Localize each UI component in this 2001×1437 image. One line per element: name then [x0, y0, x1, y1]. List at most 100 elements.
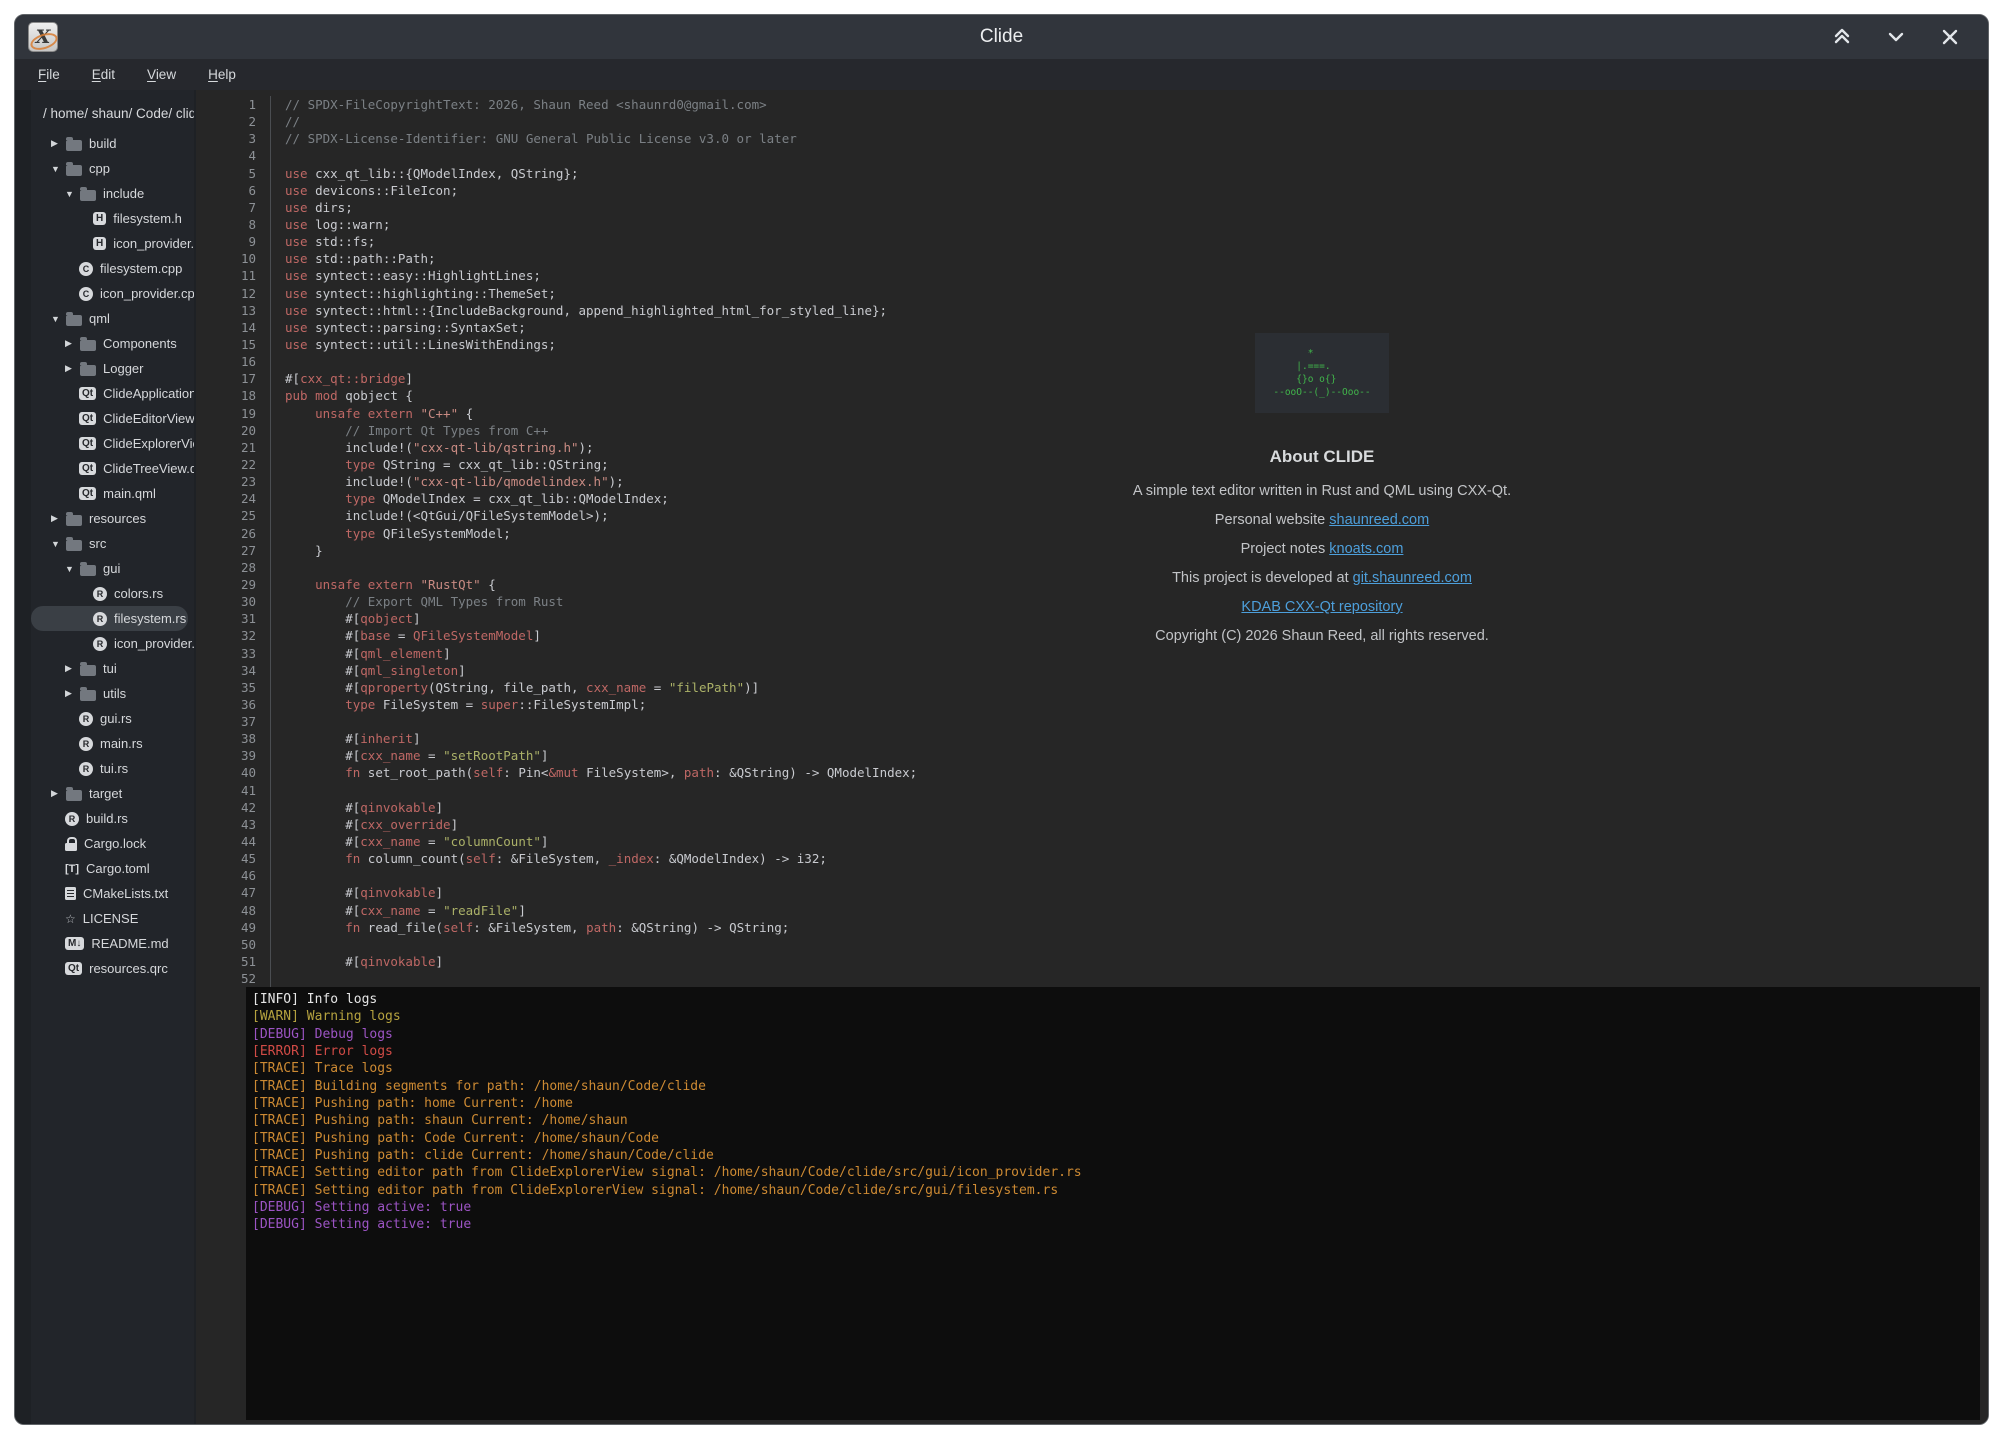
code-line[interactable]: 11use syntect::easy::HighlightLines; — [196, 267, 1988, 284]
folder-icon — [66, 165, 82, 176]
about-link[interactable]: git.shaunreed.com — [1353, 570, 1472, 586]
tree-item-filesystem-cpp[interactable]: Cfilesystem.cpp — [31, 256, 194, 281]
tree-item-clideapplicationview-qml[interactable]: Qt ClideApplicationView.qml — [31, 381, 194, 406]
about-paragraphs: A simple text editor written in Rust and… — [972, 483, 1672, 644]
log-line-trace: [TRACE] Pushing path: home Current: /hom… — [252, 1095, 1980, 1112]
code-line[interactable]: 6use devicons::FileIcon; — [196, 182, 1988, 199]
code-line[interactable]: 12use syntect::highlighting::ThemeSet; — [196, 285, 1988, 302]
code-line[interactable]: 4 — [196, 147, 1988, 164]
qt-file-icon: Qt — [65, 962, 82, 975]
tree-item-cpp[interactable]: ▼cpp — [31, 156, 194, 181]
code-line[interactable]: 40 fn set_root_path(self: Pin<&mut FileS… — [196, 764, 1988, 781]
code-line[interactable]: 47 #[qinvokable] — [196, 884, 1988, 901]
code-line[interactable]: 48 #[cxx_name = "readFile"] — [196, 902, 1988, 919]
code-line[interactable]: 1// SPDX-FileCopyrightText: 2026, Shaun … — [196, 96, 1988, 113]
code-line-text: pub mod qobject { — [271, 387, 413, 404]
tree-item-filesystem-rs[interactable]: Rfilesystem.rs — [31, 606, 188, 631]
menu-file[interactable]: File — [29, 64, 69, 85]
code-line[interactable]: 42 #[qinvokable] — [196, 799, 1988, 816]
code-line[interactable]: 9use std::fs; — [196, 233, 1988, 250]
menu-view[interactable]: View — [138, 64, 185, 85]
menu-edit[interactable]: Edit — [83, 64, 124, 85]
tree-item-utils[interactable]: ▶utils — [31, 681, 194, 706]
tree-item-icon-provider-cpp[interactable]: Cicon_provider.cpp — [31, 281, 194, 306]
tree-item-icon-provider-h[interactable]: Hicon_provider.h — [31, 231, 194, 256]
double-chevron-up-icon — [1831, 26, 1853, 48]
shade-button[interactable] — [1830, 25, 1854, 49]
about-link[interactable]: shaunreed.com — [1329, 512, 1429, 528]
tree-item-gui-rs[interactable]: Rgui.rs — [31, 706, 194, 731]
code-line[interactable]: 8use log::warn; — [196, 216, 1988, 233]
code-line[interactable]: 45 fn column_count(self: &FileSystem, _i… — [196, 850, 1988, 867]
tree-item-clidetreeview-qml[interactable]: QtClideTreeView.qml — [31, 456, 194, 481]
tree-item-tui[interactable]: ▶tui — [31, 656, 194, 681]
roll-down-button[interactable] — [1884, 25, 1908, 49]
tree-item-src[interactable]: ▼src — [31, 531, 194, 556]
code-line[interactable]: 38 #[inherit] — [196, 730, 1988, 747]
log-line-warn: [WARN] Warning logs — [252, 1008, 1980, 1025]
rust-file-icon: R — [65, 812, 79, 826]
code-line[interactable]: 35 #[qproperty(QString, file_path, cxx_n… — [196, 679, 1988, 696]
code-line[interactable]: 37 — [196, 713, 1988, 730]
tree-item-gui[interactable]: ▼gui — [31, 556, 194, 581]
tree-item-qml[interactable]: ▼qml — [31, 306, 194, 331]
code-line[interactable]: 36 type FileSystem = super::FileSystemIm… — [196, 696, 1988, 713]
tree-item-build[interactable]: ▶build — [31, 131, 194, 156]
code-line[interactable]: 13use syntect::html::{IncludeBackground,… — [196, 302, 1988, 319]
line-number: 1 — [196, 96, 271, 113]
log-line-debug: [DEBUG] Debug logs — [252, 1026, 1980, 1043]
tree-item-main-rs[interactable]: Rmain.rs — [31, 731, 194, 756]
code-line[interactable]: 43 #[cxx_override] — [196, 816, 1988, 833]
code-line-text: // SPDX-FileCopyrightText: 2026, Shaun R… — [271, 96, 767, 113]
tree-item-resources-qrc[interactable]: Qt resources.qrc — [31, 956, 194, 981]
tree-item-readme-md[interactable]: M↓README.md — [31, 931, 194, 956]
tree-item-label: ClideApplicationView.qml — [103, 386, 194, 401]
about-link[interactable]: knoats.com — [1329, 541, 1403, 557]
tree-item-label: ClideTreeView.qml — [103, 461, 194, 476]
line-number: 41 — [196, 782, 271, 799]
tree-item-colors-rs[interactable]: Rcolors.rs — [31, 581, 194, 606]
tree-item-cmakelists-txt[interactable]: CMakeLists.txt — [31, 881, 194, 906]
code-line[interactable]: 50 — [196, 936, 1988, 953]
h-file-icon: H — [93, 212, 106, 225]
code-line[interactable]: 49 fn read_file(self: &FileSystem, path:… — [196, 919, 1988, 936]
tree-item-cargo-toml[interactable]: [T]Cargo.toml — [31, 856, 194, 881]
code-line[interactable]: 7use dirs; — [196, 199, 1988, 216]
line-number: 25 — [196, 507, 271, 524]
tree-item-license[interactable]: ☆LICENSE — [31, 906, 194, 931]
tree-item-target[interactable]: ▶target — [31, 781, 194, 806]
close-button[interactable] — [1938, 25, 1962, 49]
code-line[interactable]: 52 — [196, 970, 1988, 987]
tree-item-cargo-lock[interactable]: Cargo.lock — [31, 831, 194, 856]
tree-root-path[interactable]: / home/ shaun/ Code/ clide/ — [31, 90, 194, 131]
rust-file-icon: R — [93, 587, 107, 601]
tree-item-include[interactable]: ▼include — [31, 181, 194, 206]
code-line[interactable]: 10use std::path::Path; — [196, 250, 1988, 267]
tree-item-tui-rs[interactable]: Rtui.rs — [31, 756, 194, 781]
code-line[interactable]: 2// — [196, 113, 1988, 130]
code-line[interactable]: 34 #[qml_singleton] — [196, 662, 1988, 679]
about-link[interactable]: KDAB CXX-Qt repository — [1241, 599, 1402, 615]
tree-item-resources[interactable]: ▶resources — [31, 506, 194, 531]
log-console[interactable]: [INFO] Info logs[WARN] Warning logs[DEBU… — [246, 987, 1980, 1420]
qt-file-icon: Qt — [79, 387, 96, 400]
tree-item-clideeditorview-qml[interactable]: QtClideEditorView.qml — [31, 406, 194, 431]
qt-file-icon: Qt — [79, 412, 96, 425]
code-line[interactable]: 51 #[qinvokable] — [196, 953, 1988, 970]
tree-item-label: resources.qrc — [89, 961, 168, 976]
tree-item-build-rs[interactable]: Rbuild.rs — [31, 806, 194, 831]
tree-item-logger[interactable]: ▶Logger — [31, 356, 194, 381]
tree-item-icon-provider-rs[interactable]: Ricon_provider.rs — [31, 631, 194, 656]
code-line[interactable]: 46 — [196, 867, 1988, 884]
code-line[interactable]: 5use cxx_qt_lib::{QModelIndex, QString}; — [196, 165, 1988, 182]
code-line[interactable]: 44 #[cxx_name = "columnCount"] — [196, 833, 1988, 850]
tree-item-clideexplorerview-qml[interactable]: QtClideExplorerView.qml — [31, 431, 194, 456]
code-line[interactable]: 39 #[cxx_name = "setRootPath"] — [196, 747, 1988, 764]
chevron-right-icon: ▶ — [65, 663, 80, 674]
tree-item-filesystem-h[interactable]: Hfilesystem.h — [31, 206, 194, 231]
code-line[interactable]: 41 — [196, 782, 1988, 799]
tree-item-main-qml[interactable]: Qtmain.qml — [31, 481, 194, 506]
code-line[interactable]: 3// SPDX-License-Identifier: GNU General… — [196, 130, 1988, 147]
menu-help[interactable]: Help — [199, 64, 245, 85]
tree-item-components[interactable]: ▶Components — [31, 331, 194, 356]
